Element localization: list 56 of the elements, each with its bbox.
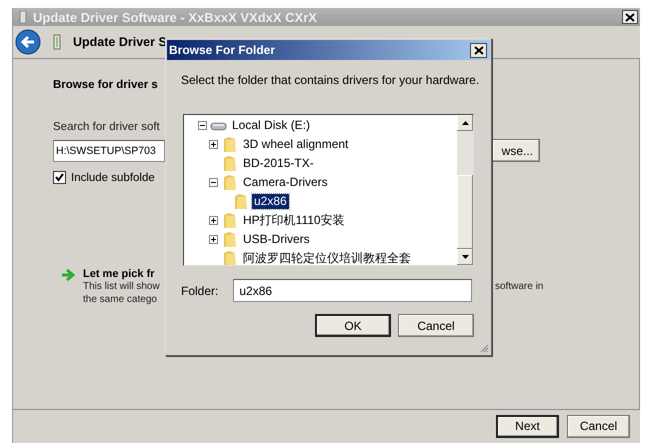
wizard-button[interactable]: Next: [496, 414, 559, 438]
drive-icon: [210, 120, 227, 130]
field-label: Folder:: [181, 284, 218, 298]
close-icon: [474, 46, 484, 54]
tree-item[interactable]: Local Disk (E:): [230, 118, 312, 133]
tree-item[interactable]: Camera-Drivers: [241, 175, 330, 190]
close-button[interactable]: [470, 42, 487, 58]
wizard-button[interactable]: Cancel: [567, 414, 630, 438]
check-icon: [54, 172, 65, 183]
collapse-icon[interactable]: [198, 121, 207, 130]
scroll-down-button[interactable]: [457, 249, 473, 265]
checkbox[interactable]: [53, 171, 66, 184]
expand-icon[interactable]: [209, 235, 218, 244]
tree-item[interactable]: HP打印机1110安装: [241, 213, 347, 228]
down-arrow-icon: [462, 255, 468, 260]
folder-icon: [222, 212, 236, 229]
tree-item[interactable]: 3D wheel alignment: [241, 137, 350, 152]
scrollbar-thumb[interactable]: [457, 174, 473, 250]
folder-icon: [222, 231, 236, 248]
resize-grip-icon[interactable]: [479, 343, 489, 353]
scrollbar[interactable]: [457, 115, 473, 265]
folder-icon: [222, 136, 236, 153]
device-icon: [53, 34, 61, 50]
folder-icon: [234, 193, 248, 210]
arrow-icon: [61, 268, 75, 282]
tree-item[interactable]: 阿波罗四轮定位仪培训教程全套: [241, 251, 413, 265]
collapse-icon[interactable]: [209, 178, 218, 187]
window-title: Update Driver Software - XxBxxX VXdxX CXrX: [33, 10, 317, 24]
instruction-text: Select the folder that contains drivers for your hardware.: [181, 73, 480, 87]
dialog-button[interactable]: OK: [315, 314, 391, 337]
field-label: Search for driver soft: [53, 121, 160, 133]
device-icon: [19, 11, 27, 23]
expand-icon[interactable]: [209, 140, 218, 149]
tree-item[interactable]: BD-2015-TX-: [241, 156, 316, 171]
folder-field[interactable]: u2x86: [233, 279, 472, 302]
option-description: the same catego: [83, 293, 157, 306]
back-button[interactable]: [15, 29, 41, 55]
scroll-up-button[interactable]: [457, 115, 473, 131]
close-button[interactable]: [622, 10, 638, 24]
browse-button[interactable]: wse...: [492, 139, 540, 162]
checkbox-label: Include subfolde: [71, 172, 155, 184]
dialog-button[interactable]: Cancel: [398, 314, 474, 337]
expand-icon[interactable]: [209, 216, 218, 225]
option-link[interactable]: Let me pick fr: [83, 268, 155, 280]
tree-item[interactable]: USB-Drivers: [241, 232, 312, 247]
folder-icon: [222, 250, 236, 265]
tree-item[interactable]: u2x86: [252, 194, 289, 209]
dialog-title: Browse For Folder: [169, 43, 276, 57]
folder-icon: [222, 155, 236, 172]
up-arrow-icon: [462, 120, 468, 125]
section-heading: Browse for driver s: [53, 79, 158, 91]
option-description: This list will show: [83, 280, 160, 293]
option-description: software in: [495, 280, 544, 293]
close-icon: [625, 12, 635, 22]
folder-icon: [222, 174, 236, 191]
path-field[interactable]: H:\SWSETUP\SP703: [53, 140, 165, 162]
